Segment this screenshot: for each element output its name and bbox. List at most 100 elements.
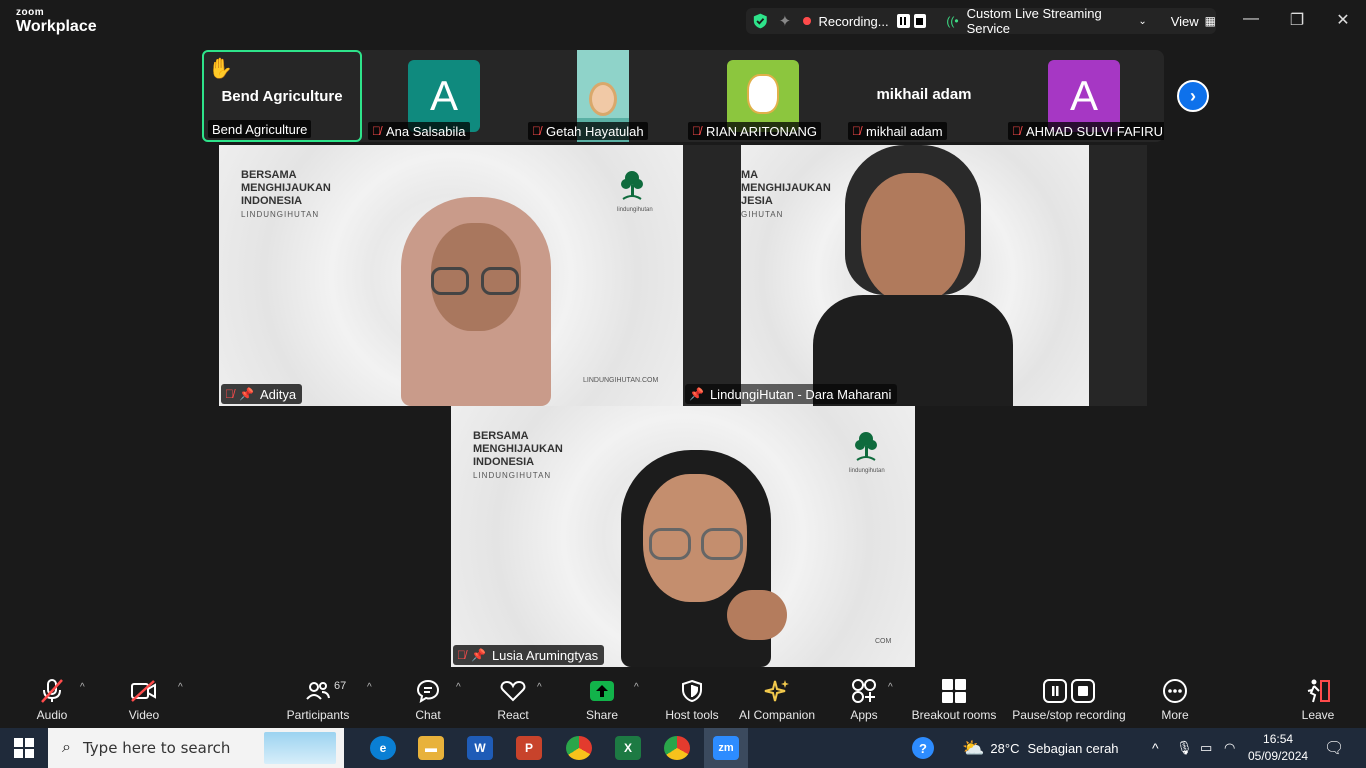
clock-date: 05/09/2024 bbox=[1248, 749, 1309, 763]
stop-recording-button[interactable] bbox=[913, 14, 927, 28]
video-tile-dara-maharani[interactable]: MA MENGHIJAUKAN JESIA GIHUTAN 📌 Lindungi… bbox=[683, 145, 1147, 406]
weather-widget[interactable]: ⛅ 28°C Sebagian cerah bbox=[962, 728, 1119, 768]
encryption-shield-icon[interactable] bbox=[752, 12, 769, 30]
muted-mic-icon: 🎙̸ bbox=[457, 648, 466, 662]
logo-workplace-text: Workplace bbox=[16, 18, 97, 35]
minimize-icon[interactable]: — bbox=[1241, 10, 1261, 28]
next-page-button[interactable]: › bbox=[1177, 80, 1209, 112]
help-icon[interactable]: ? bbox=[912, 728, 934, 768]
apps-button[interactable]: Apps bbox=[846, 676, 882, 722]
chat-options-caret-icon[interactable]: ^ bbox=[456, 682, 461, 693]
wifi-icon[interactable]: ◠ bbox=[1224, 728, 1235, 768]
live-stream-label[interactable]: Custom Live Streaming Service bbox=[967, 6, 1135, 36]
pause-stop-icon bbox=[1043, 679, 1095, 703]
tray-chevron-up-icon[interactable]: ^ bbox=[1152, 728, 1159, 768]
thumbnail-getah-hayatulah[interactable]: 🎙̸ Getah Hayatulah bbox=[524, 50, 684, 142]
muted-mic-icon: 🎙̸ bbox=[692, 124, 701, 138]
file-explorer-icon[interactable]: ▬ bbox=[418, 736, 444, 760]
host-tools-button[interactable]: Host tools bbox=[662, 676, 722, 722]
thumbnail-name: Bend Agriculture bbox=[212, 121, 308, 137]
meeting-status-bar: ✦ Recording... ((• Custom Live Streaming… bbox=[746, 6, 1216, 36]
pause-stop-label: Pause/stop recording bbox=[1012, 708, 1126, 722]
windows-start-icon[interactable] bbox=[14, 738, 34, 758]
participant-video bbox=[601, 450, 787, 667]
video-name-tag: 📌 LindungiHutan - Dara Maharani bbox=[685, 384, 898, 404]
video-tile-lusia-arumingtyas[interactable]: BERSAMA MENGHIJAUKAN INDONESIA LINDUNGIH… bbox=[451, 406, 915, 667]
pause-icon bbox=[900, 17, 907, 25]
ai-companion-label: AI Companion bbox=[738, 708, 816, 722]
chevron-right-icon: › bbox=[1190, 85, 1196, 106]
chevron-down-icon[interactable]: ⌄ bbox=[1138, 16, 1146, 27]
more-label: More bbox=[1161, 708, 1189, 722]
windows-taskbar: ⌕ Type here to search e ▬ W P X zm ? ⛅ 2… bbox=[0, 728, 1366, 768]
muted-mic-icon: 🎙̸ bbox=[852, 124, 861, 138]
shield-icon bbox=[682, 679, 702, 703]
recording-label: Recording... bbox=[818, 13, 889, 29]
thumbnail-ana-salsabila[interactable]: A 🎙̸ Ana Salsabila bbox=[364, 50, 524, 142]
zoom-logo: zoom Workplace bbox=[16, 8, 97, 35]
leave-door-icon bbox=[1307, 679, 1330, 703]
excel-icon[interactable]: X bbox=[615, 736, 641, 760]
glasses-right-icon bbox=[701, 528, 743, 560]
muted-mic-icon: 🎙̸ bbox=[372, 124, 381, 138]
powerpoint-icon[interactable]: P bbox=[516, 736, 542, 760]
leave-button[interactable]: Leave bbox=[1298, 676, 1338, 722]
clock-time: 16:54 bbox=[1263, 732, 1294, 746]
participants-count: 67 bbox=[334, 680, 347, 692]
camera-off-icon bbox=[131, 680, 156, 702]
thumbnail-name-tag: Bend Agriculture bbox=[208, 120, 312, 138]
thumbnail-rian-aritonang[interactable]: 🎙̸ RIAN ARITONANG bbox=[684, 50, 844, 142]
ai-sparkle-icon[interactable]: ✦ bbox=[779, 12, 792, 30]
memoji-face-icon bbox=[589, 82, 617, 116]
video-button[interactable]: Video bbox=[124, 676, 164, 722]
edge-browser-icon[interactable]: e bbox=[370, 736, 396, 760]
video-tile-aditya[interactable]: BERSAMA MENGHIJAUKAN INDONESIA LINDUNGIH… bbox=[219, 145, 683, 406]
chrome-profile-icon[interactable] bbox=[664, 736, 690, 760]
video-options-caret-icon[interactable]: ^ bbox=[178, 682, 183, 693]
participants-icon bbox=[306, 682, 330, 700]
brand-small-text: lindungihutan bbox=[849, 468, 885, 474]
slogan-line: MENGHIJAUKAN bbox=[241, 182, 331, 194]
background-url: LINDUNGIHUTAN.COM bbox=[583, 377, 659, 384]
pause-recording-button[interactable] bbox=[896, 14, 910, 28]
battery-icon[interactable]: ▭ bbox=[1200, 728, 1212, 768]
participants-options-caret-icon[interactable]: ^ bbox=[367, 682, 372, 693]
pause-stop-recording-button[interactable]: Pause/stop recording bbox=[1010, 676, 1128, 722]
word-icon[interactable]: W bbox=[467, 736, 493, 760]
breakout-rooms-button[interactable]: Breakout rooms bbox=[910, 676, 998, 722]
thumbnail-name: AHMAD SULVI FAFIRU... bbox=[1026, 123, 1164, 139]
slogan-subline: LINDUNGIHUTAN bbox=[473, 471, 552, 480]
tree-logo-icon bbox=[855, 432, 877, 461]
notification-icon[interactable]: 🗨 bbox=[1324, 728, 1344, 768]
taskbar-search[interactable]: ⌕ Type here to search bbox=[48, 728, 344, 768]
chat-button[interactable]: Chat bbox=[410, 676, 446, 722]
search-highlight-image-icon bbox=[264, 732, 336, 764]
view-button[interactable]: View bbox=[1171, 14, 1199, 29]
share-options-caret-icon[interactable]: ^ bbox=[634, 682, 639, 693]
react-options-caret-icon[interactable]: ^ bbox=[537, 682, 542, 693]
chat-icon bbox=[416, 679, 440, 703]
microphone-tray-icon[interactable]: 🎙 bbox=[1176, 728, 1193, 768]
brand-small-text: lindungihutan bbox=[617, 207, 653, 213]
ai-companion-button[interactable]: AI Companion bbox=[738, 676, 816, 722]
thumbnail-mikhail-adam[interactable]: mikhail adam 🎙̸ mikhail adam bbox=[844, 50, 1004, 142]
close-icon[interactable]: ✕ bbox=[1333, 10, 1353, 30]
grid-view-icon[interactable]: ▦ bbox=[1205, 14, 1216, 28]
thumbnail-bend-agriculture[interactable]: ✋ Bend Agriculture Bend Agriculture bbox=[202, 50, 362, 142]
weather-temp: 28°C bbox=[990, 740, 1020, 756]
title-bar: zoom Workplace ✦ Recording... ((• Custom… bbox=[0, 0, 1366, 44]
restore-icon[interactable]: ❐ bbox=[1287, 10, 1307, 30]
more-button[interactable]: More bbox=[1156, 676, 1194, 722]
apps-options-caret-icon[interactable]: ^ bbox=[888, 682, 893, 693]
background-slogan: MA MENGHIJAUKAN JESIA GIHUTAN bbox=[741, 169, 831, 221]
share-button[interactable]: Share bbox=[584, 676, 620, 722]
participants-label: Participants bbox=[286, 708, 350, 722]
video-name-tag: 🎙̸ 📌 Lusia Arumingtyas bbox=[453, 645, 605, 665]
thumbnail-ahmad-sulvi[interactable]: A 🎙̸ AHMAD SULVI FAFIRU... bbox=[1004, 50, 1164, 142]
audio-options-caret-icon[interactable]: ^ bbox=[80, 682, 85, 693]
chrome-icon[interactable] bbox=[566, 736, 592, 760]
audio-button[interactable]: Audio bbox=[32, 676, 72, 722]
react-button[interactable]: React bbox=[494, 676, 532, 722]
taskbar-clock[interactable]: 16:54 05/09/2024 bbox=[1248, 731, 1308, 765]
zoom-taskbar-active[interactable]: zm bbox=[704, 728, 748, 768]
